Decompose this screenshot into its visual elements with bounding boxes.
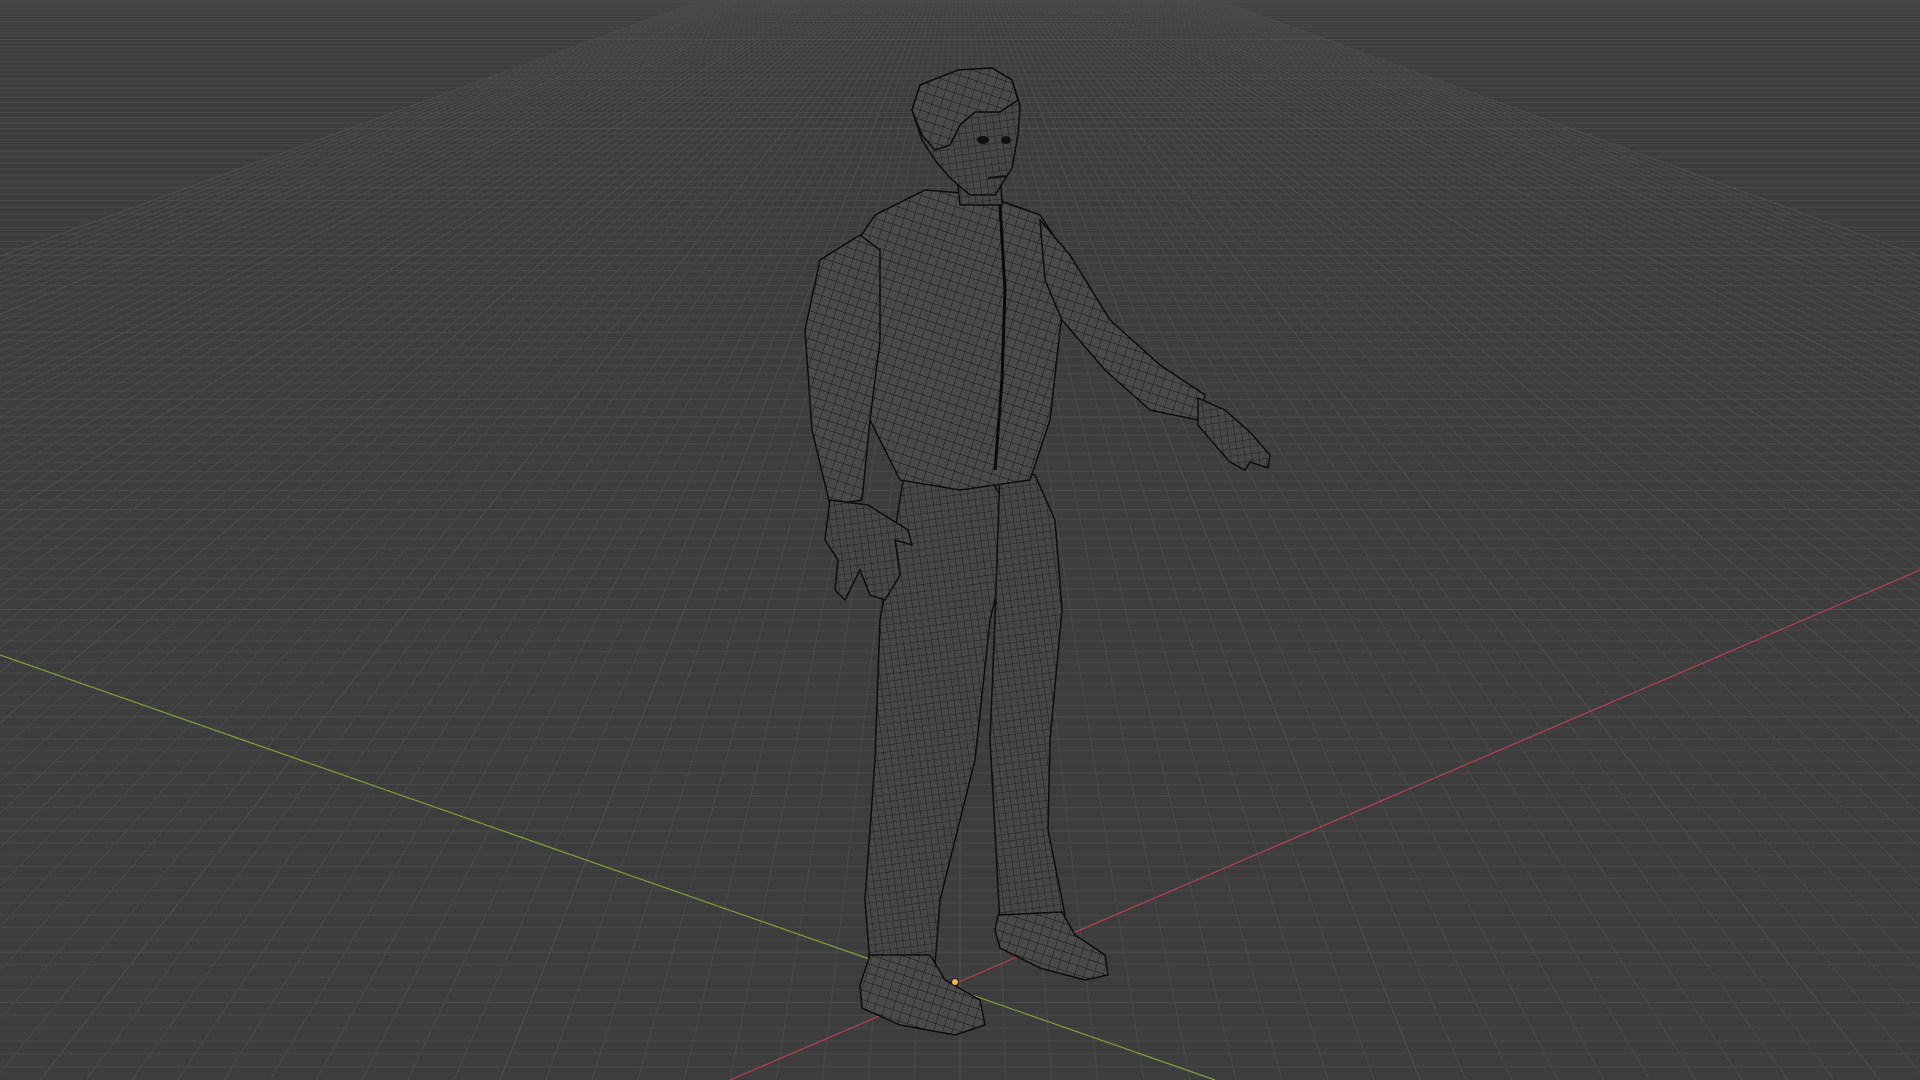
face-eye-right: [1001, 136, 1011, 144]
viewport-canvas[interactable]: [0, 0, 1920, 1080]
3d-viewport[interactable]: [0, 0, 1920, 1080]
origin-point[interactable]: [951, 978, 959, 986]
face-eye-left: [977, 136, 989, 144]
right-leg[interactable]: [989, 469, 1066, 926]
